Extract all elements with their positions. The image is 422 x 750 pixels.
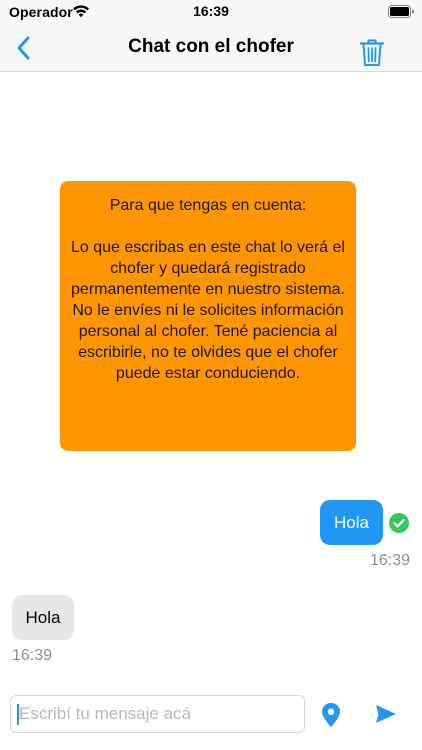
trash-icon[interactable] [360, 39, 384, 67]
received-message-bubble[interactable]: Hola [12, 595, 74, 640]
sent-message-bubble[interactable]: Hola [320, 500, 383, 545]
status-time: 16:39 [193, 3, 229, 19]
sent-message-time: 16:39 [369, 552, 410, 569]
battery-icon [388, 5, 414, 18]
send-icon[interactable] [375, 704, 397, 724]
notice-body: Lo que escribas en este chat lo verá el … [71, 239, 345, 382]
page-title: Chat con el chofer [128, 36, 294, 57]
check-circle-icon [389, 513, 409, 533]
nav-bar: Chat con el chofer [0, 24, 422, 72]
notice-title: Para que tengas en cuenta: [109, 197, 307, 214]
message-input[interactable] [10, 695, 305, 733]
text-caret [17, 704, 19, 725]
location-pin-icon[interactable] [320, 702, 342, 728]
chat-notice: Para que tengas en cuenta: Lo que escrib… [60, 181, 356, 451]
received-message-time: 16:39 [12, 647, 53, 664]
status-bar: Operador 16:39 [0, 0, 422, 24]
chat-screen: Operador 16:39 Chat con el chofer Para q… [0, 0, 422, 750]
